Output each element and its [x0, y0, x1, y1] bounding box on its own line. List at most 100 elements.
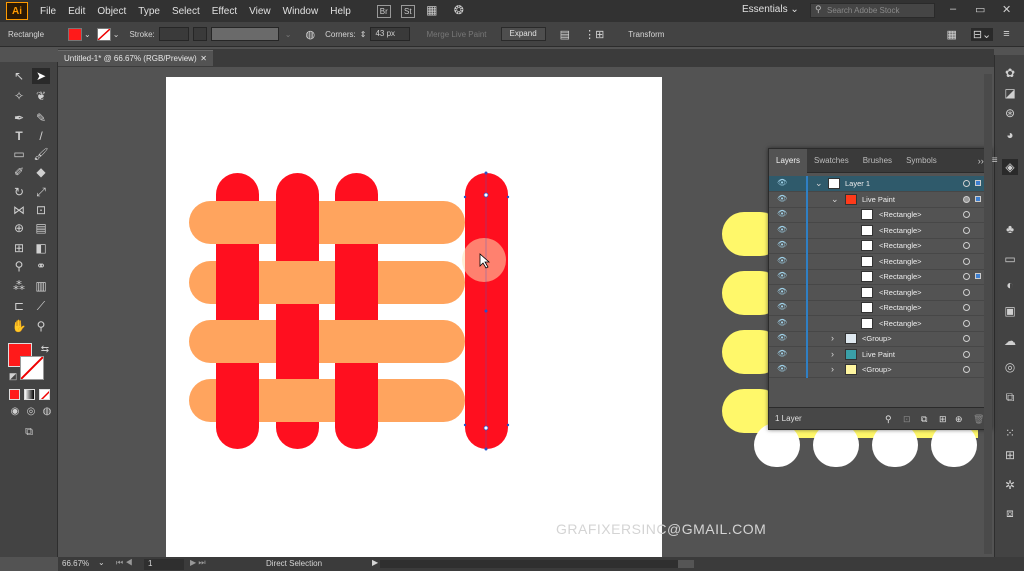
menu-window[interactable]: Window: [283, 6, 319, 17]
draw-inside-icon[interactable]: ◍: [38, 404, 56, 420]
type-tool-icon[interactable]: T: [10, 128, 28, 144]
chevron-down-icon[interactable]: ⌄: [831, 194, 839, 205]
layer-row[interactable]: 👁 <Rectangle>: [769, 223, 991, 239]
visibility-eye-icon[interactable]: 👁: [777, 210, 787, 218]
links-icon[interactable]: ✲: [1002, 477, 1018, 493]
artboard-number-field[interactable]: 1: [144, 559, 184, 570]
color-mode-icon[interactable]: [9, 389, 20, 400]
line-tool-icon[interactable]: /: [32, 128, 50, 144]
zoom-tool-icon[interactable]: ⚲: [32, 318, 50, 334]
visibility-eye-icon[interactable]: 👁: [777, 226, 787, 234]
variable-width-profile[interactable]: [210, 27, 279, 41]
tab-symbols[interactable]: Symbols: [899, 149, 944, 173]
shaper-icon[interactable]: ✐: [10, 164, 28, 180]
eyedropper-icon[interactable]: ⚲: [10, 258, 28, 274]
libraries-panel-icon[interactable]: ⊛: [1002, 105, 1018, 121]
transform-panel-icon[interactable]: ⊞: [1002, 447, 1018, 463]
target-circle-icon[interactable]: [963, 258, 970, 265]
menu-help[interactable]: Help: [330, 6, 351, 17]
artboards-icon[interactable]: ⧈: [1002, 505, 1018, 521]
opacity-globe-icon[interactable]: ◍: [305, 28, 315, 41]
layer-row[interactable]: 👁 <Rectangle>: [769, 254, 991, 270]
document-tab[interactable]: Untitled-1* @ 66.67% (RGB/Preview) ✕: [58, 50, 213, 66]
layer-row[interactable]: 👁 <Rectangle>: [769, 285, 991, 301]
visibility-eye-icon[interactable]: 👁: [777, 272, 787, 280]
fill-swatch[interactable]: [68, 27, 83, 41]
visibility-eye-icon[interactable]: 👁: [777, 334, 787, 342]
stepper-icon[interactable]: ⇕: [360, 30, 367, 39]
magic-wand-icon[interactable]: ✧: [10, 88, 28, 104]
width-tool-icon[interactable]: ⋈: [10, 202, 28, 218]
hand-tool-icon[interactable]: ✋: [10, 318, 28, 334]
lasso-icon[interactable]: ❦: [32, 88, 50, 104]
none-mode-icon[interactable]: [39, 389, 50, 400]
maximize-icon[interactable]: ▭: [975, 3, 985, 16]
close-tab-icon[interactable]: ✕: [200, 51, 207, 66]
gap-options-icon[interactable]: ▤: [560, 28, 570, 41]
scrollbar-thumb[interactable]: [678, 560, 694, 568]
horizontal-scrollbar[interactable]: [380, 560, 680, 568]
layer-row[interactable]: 👁 ⌄ Live Paint: [769, 192, 991, 208]
make-clipping-mask-icon[interactable]: ⧉: [921, 408, 927, 430]
vertical-scrollbar[interactable]: [984, 74, 992, 554]
layer-row[interactable]: 👁 <Rectangle>: [769, 269, 991, 285]
target-circle-icon[interactable]: [963, 242, 970, 249]
target-circle-icon[interactable]: [963, 289, 970, 296]
target-circle-icon[interactable]: [963, 304, 970, 311]
target-circle-icon[interactable]: [963, 366, 970, 373]
visibility-eye-icon[interactable]: 👁: [777, 319, 787, 327]
gradient-panel-icon[interactable]: ▭: [1002, 251, 1018, 267]
tab-swatches[interactable]: Swatches: [807, 149, 856, 173]
new-sublayer-icon[interactable]: ⊞: [939, 408, 947, 430]
chevron-right-icon[interactable]: ›: [831, 364, 834, 374]
layer-row[interactable]: 👁 › Live Paint: [769, 347, 991, 363]
target-circle-icon[interactable]: [963, 180, 970, 187]
chevron-down-icon[interactable]: ⌄: [815, 178, 823, 189]
layer-row[interactable]: 👁 › <Group>: [769, 331, 991, 347]
visibility-eye-icon[interactable]: 👁: [777, 179, 787, 187]
pathfinder-icon[interactable]: ⧉: [1002, 389, 1018, 405]
menu-object[interactable]: Object: [97, 6, 126, 17]
arrange-documents-icon[interactable]: ▦: [425, 4, 439, 18]
target-circle-icon[interactable]: [963, 320, 970, 327]
scale-icon[interactable]: ⤢: [32, 184, 50, 200]
rectangle-tool-icon[interactable]: ▭: [10, 146, 28, 162]
layer-row[interactable]: 👁 ⌄ Layer 1: [769, 176, 991, 192]
pen-tool-icon[interactable]: ✒: [10, 110, 28, 126]
menu-type[interactable]: Type: [138, 6, 160, 17]
layer-row[interactable]: 👁 › <Group>: [769, 362, 991, 378]
visibility-eye-icon[interactable]: 👁: [777, 288, 787, 296]
close-icon[interactable]: ✕: [1002, 3, 1011, 16]
gradient-icon[interactable]: ◧: [32, 240, 50, 256]
swap-fill-stroke-icon[interactable]: ⇆: [36, 342, 54, 358]
blend-icon[interactable]: ⚭: [32, 258, 50, 274]
new-layer-icon[interactable]: ⊕: [955, 408, 963, 430]
stroke-color-box[interactable]: [20, 356, 44, 380]
swatches-panel-icon[interactable]: ◪: [1002, 85, 1018, 101]
cc-libraries-icon[interactable]: ☁: [1002, 333, 1018, 349]
default-colors-icon[interactable]: ◩: [4, 368, 22, 384]
target-circle-icon[interactable]: [963, 273, 970, 280]
menu-select[interactable]: Select: [172, 6, 200, 17]
club-icon[interactable]: ♣: [1002, 221, 1018, 237]
transform-button[interactable]: Transform: [628, 30, 664, 39]
target-circle-icon[interactable]: [963, 335, 970, 342]
menu-edit[interactable]: Edit: [68, 6, 85, 17]
mesh-icon[interactable]: ⊞: [10, 240, 28, 256]
eraser-icon[interactable]: ◆: [32, 164, 50, 180]
selected-art-indicator[interactable]: [975, 180, 981, 186]
color-panel-icon[interactable]: ✿: [1002, 65, 1018, 81]
expand-button[interactable]: Expand: [500, 27, 546, 41]
merge-live-paint-button[interactable]: Merge Live Paint: [426, 30, 486, 39]
menu-effect[interactable]: Effect: [212, 6, 237, 17]
screen-mode-icon[interactable]: ⧉: [20, 424, 38, 440]
tab-brushes[interactable]: Brushes: [856, 149, 899, 173]
panel-menu-icon[interactable]: ⊟⌄: [970, 27, 994, 41]
visibility-eye-icon[interactable]: 👁: [777, 257, 787, 265]
visibility-eye-icon[interactable]: 👁: [777, 303, 787, 311]
visibility-eye-icon[interactable]: 👁: [777, 350, 787, 358]
export-icon[interactable]: ⊡: [903, 408, 911, 430]
stroke-weight-field[interactable]: [158, 27, 189, 41]
chevron-down-icon[interactable]: ⌄: [84, 30, 91, 39]
target-circle-icon[interactable]: [963, 211, 970, 218]
